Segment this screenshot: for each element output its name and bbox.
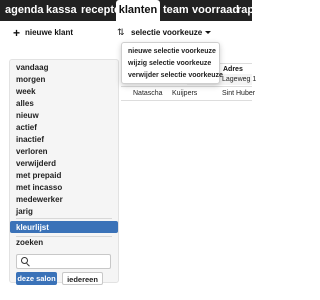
search-icon — [21, 257, 28, 264]
sidebar-divider — [16, 236, 112, 237]
filter-medewerker[interactable]: medewerker — [16, 195, 63, 204]
row-divider — [121, 86, 252, 87]
everyone-button[interactable]: iedereen — [62, 272, 103, 285]
tab-agenda[interactable]: agenda — [5, 0, 44, 21]
table-cell-last-name: Kuijpers — [172, 90, 198, 97]
selection-preferences-label: selectie voorkeuze — [131, 28, 203, 37]
filter-kleurlijst-label: kleurlijst — [16, 223, 49, 232]
selection-preferences-menu: nieuwe selectie voorkeuze wijzig selecti… — [121, 42, 223, 84]
new-client-button[interactable]: nieuwe klant — [25, 28, 73, 37]
table-cell-address: Lageweg 1 — [222, 76, 257, 83]
filter-nieuw[interactable]: nieuw — [16, 111, 39, 120]
tab-voorraad[interactable]: voorraad — [192, 0, 239, 21]
menu-item-delete-selection[interactable]: verwijder selectie voorkeuze — [128, 72, 223, 79]
filter-vandaag[interactable]: vandaag — [16, 63, 48, 72]
plus-icon[interactable]: + — [13, 27, 20, 39]
top-navigation: agenda kassa recepten klanten team voorr… — [0, 0, 252, 21]
filter-alles[interactable]: alles — [16, 99, 34, 108]
filter-met-prepaid[interactable]: met prepaid — [16, 171, 61, 180]
table-cell-address: Sint Huber — [222, 90, 256, 97]
filter-actief[interactable]: actief — [16, 123, 37, 132]
search-input[interactable] — [16, 254, 111, 269]
sort-icon[interactable]: ⇅ — [117, 27, 125, 38]
filter-jarig[interactable]: jarig — [16, 207, 33, 216]
filter-week[interactable]: week — [16, 87, 36, 96]
filter-verwijderd[interactable]: verwijderd — [16, 159, 56, 168]
menu-item-edit-selection[interactable]: wijzig selectie voorkeuze — [128, 60, 211, 67]
this-salon-button[interactable]: deze salon — [16, 272, 57, 285]
chevron-down-icon — [205, 31, 212, 35]
sidebar-divider — [16, 218, 112, 219]
selection-preferences-button[interactable]: selectie voorkeuze — [131, 28, 212, 37]
tab-team[interactable]: team — [163, 0, 189, 21]
menu-item-new-selection[interactable]: nieuwe selectie voorkeuze — [128, 48, 216, 55]
table-cell-first-name: Natascha — [133, 90, 163, 97]
filter-inactief[interactable]: inactief — [16, 135, 44, 144]
column-header-address: Adres — [223, 66, 243, 73]
row-divider — [121, 100, 252, 101]
filter-verloren[interactable]: verloren — [16, 147, 48, 156]
filter-morgen[interactable]: morgen — [16, 75, 45, 84]
search-heading: zoeken — [16, 238, 44, 247]
tab-rapportage[interactable]: rapp — [237, 0, 252, 21]
filter-sidebar: vandaag morgen week alles nieuw actief i… — [9, 59, 119, 285]
tab-kassa[interactable]: kassa — [46, 0, 77, 21]
filter-met-incasso[interactable]: met incasso — [16, 183, 62, 192]
tab-klanten[interactable]: klanten — [116, 0, 160, 21]
